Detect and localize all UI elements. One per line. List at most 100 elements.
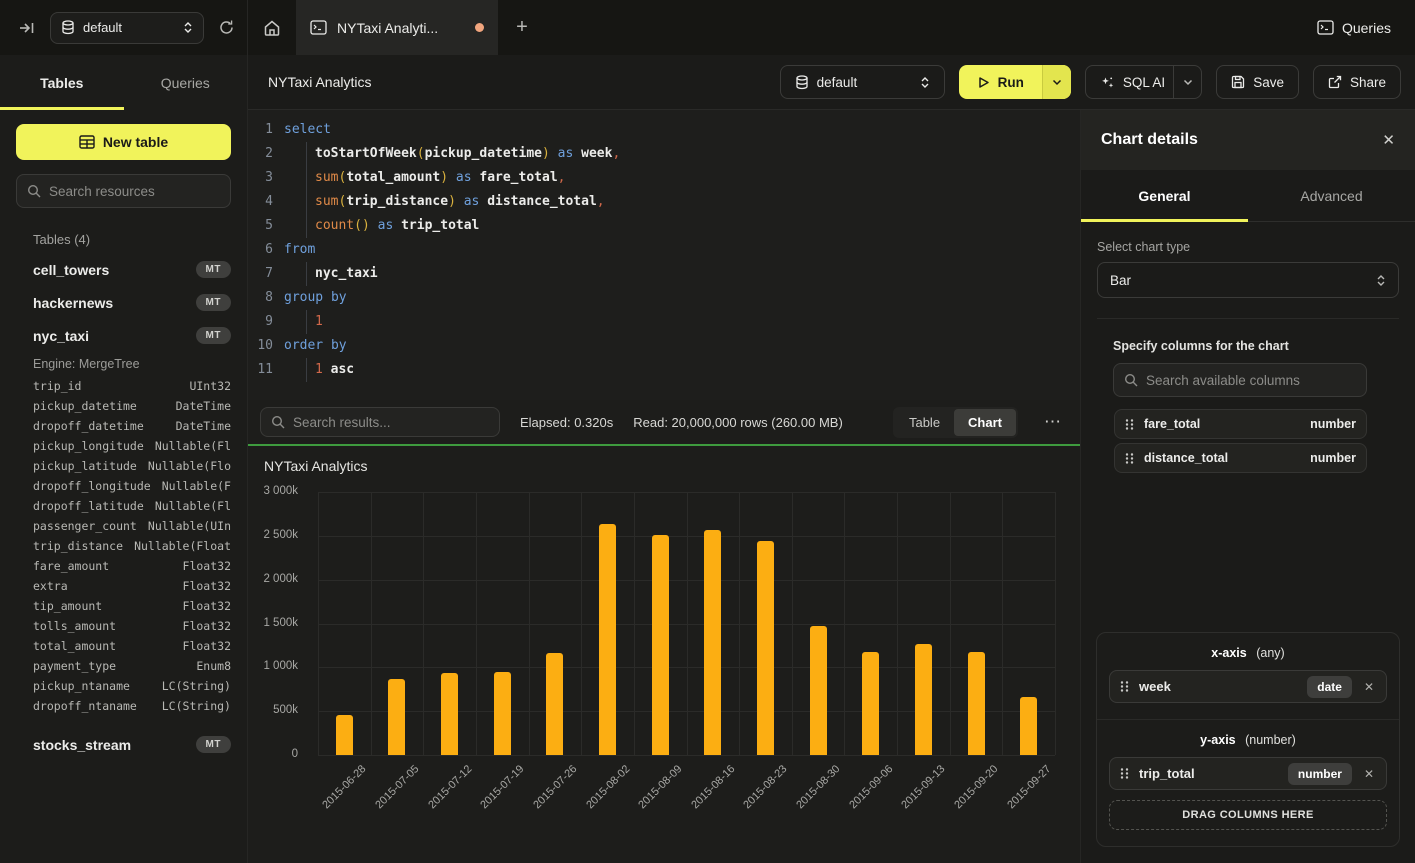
chart-bar[interactable]	[336, 715, 353, 755]
drag-columns-dropzone[interactable]: DRAG COLUMNS HERE	[1109, 800, 1387, 830]
refresh-icon[interactable]	[218, 19, 235, 36]
chart-bar[interactable]	[704, 530, 721, 755]
code-text: 1	[273, 310, 323, 334]
sidebar-tab-tables[interactable]: Tables	[0, 55, 124, 110]
app-root: default NYTaxi Analyti... + Queries	[0, 0, 1415, 863]
chart-bar[interactable]	[441, 673, 458, 755]
new-table-button[interactable]: New table	[16, 124, 231, 160]
remove-icon[interactable]: ✕	[1362, 680, 1376, 694]
tab-advanced[interactable]: Advanced	[1248, 170, 1415, 221]
tab-general[interactable]: General	[1081, 170, 1248, 221]
columns-search-input[interactable]	[1146, 373, 1356, 388]
chart-bar[interactable]	[968, 652, 985, 755]
topbar-database-selector[interactable]: default	[50, 12, 204, 44]
code-line[interactable]: 3sum(total_amount) as fare_total,	[248, 166, 1080, 190]
y-axis-ticks: 0500k1 000k1 500k2 000k2 500k3 000k	[248, 492, 306, 755]
code-line[interactable]: 1select	[248, 118, 1080, 142]
chart-bar[interactable]	[810, 626, 827, 755]
chart-bar[interactable]	[652, 535, 669, 755]
column-row: pickup_datetimeDateTime	[33, 396, 231, 416]
run-button[interactable]: Run	[959, 65, 1071, 99]
share-button[interactable]: Share	[1313, 65, 1401, 99]
table-row[interactable]: nyc_taxiMT	[33, 319, 231, 352]
drag-handle-icon[interactable]	[1125, 418, 1134, 431]
column-row: trip_idUInt32	[33, 376, 231, 396]
more-options-icon[interactable]: ⋯	[1038, 412, 1068, 432]
home-icon[interactable]	[248, 0, 296, 55]
toggle-chart[interactable]: Chart	[954, 409, 1016, 436]
drag-handle-icon[interactable]	[1120, 767, 1129, 780]
drag-handle-icon[interactable]	[1120, 680, 1129, 693]
v-gridline	[581, 492, 582, 755]
query-database-selector[interactable]: default	[780, 65, 945, 99]
code-line[interactable]: 91	[248, 310, 1080, 334]
chart-bar[interactable]	[494, 672, 511, 755]
toggle-table[interactable]: Table	[895, 409, 954, 436]
code-line[interactable]: 2toStartOfWeek(pickup_datetime) as week,	[248, 142, 1080, 166]
remove-icon[interactable]: ✕	[1362, 767, 1376, 781]
sql-ai-label: SQL AI	[1123, 75, 1165, 90]
column-row: extraFloat32	[33, 576, 231, 596]
run-options-chevron-icon[interactable]	[1043, 65, 1071, 99]
token: as	[464, 194, 480, 209]
code-text: group by	[273, 286, 347, 310]
save-button[interactable]: Save	[1216, 65, 1299, 99]
column-row: dropoff_latitudeNullable(Fl	[33, 496, 231, 516]
table-row[interactable]: cell_towersMT	[33, 253, 231, 286]
code-line[interactable]: 8group by	[248, 286, 1080, 310]
code-text: nyc_taxi	[273, 262, 378, 286]
line-number: 10	[248, 334, 273, 358]
chart-bar[interactable]	[862, 652, 879, 755]
chart-title: NYTaxi Analytics	[264, 458, 367, 474]
sidebar-tab-queries[interactable]: Queries	[124, 55, 248, 110]
token: asc	[331, 362, 354, 377]
code-line[interactable]: 4sum(trip_distance) as distance_total,	[248, 190, 1080, 214]
code-line[interactable]: 10order by	[248, 334, 1080, 358]
code-text: sum(total_amount) as fare_total,	[273, 166, 565, 190]
code-line[interactable]: 6from	[248, 238, 1080, 262]
results-search[interactable]	[260, 407, 500, 437]
queries-button[interactable]: Queries	[1293, 0, 1415, 55]
close-icon[interactable]: ✕	[1382, 131, 1395, 149]
token: total_amount	[346, 170, 440, 185]
chart-details-title: Chart details	[1101, 131, 1198, 149]
drag-handle-icon[interactable]	[1125, 452, 1134, 465]
chart-bar[interactable]	[599, 524, 616, 755]
available-column-chip[interactable]: fare_totalnumber	[1114, 409, 1367, 439]
v-gridline	[371, 492, 372, 755]
chart-bar[interactable]	[1020, 697, 1037, 755]
table-row[interactable]: stocks_streamMT	[33, 728, 231, 761]
code-line[interactable]: 111 asc	[248, 358, 1080, 382]
sidebar-search-input[interactable]	[49, 184, 226, 199]
chart-bar[interactable]	[915, 644, 932, 755]
indent-guide	[284, 166, 315, 190]
table-row[interactable]: hackernewsMT	[33, 286, 231, 319]
code-line[interactable]: 7nyc_taxi	[248, 262, 1080, 286]
x-axis-chip-week[interactable]: week date ✕	[1109, 670, 1387, 703]
token: select	[284, 122, 331, 137]
sql-editor[interactable]: 1select2toStartOfWeek(pickup_datetime) a…	[248, 110, 1080, 400]
new-tab-icon[interactable]: +	[498, 0, 546, 55]
y-axis-section: y-axis (number) trip_total number ✕ DRAG…	[1097, 719, 1399, 846]
columns-search[interactable]	[1113, 363, 1367, 397]
column-type: Float32	[183, 559, 231, 573]
token: group by	[284, 290, 347, 305]
code-text: select	[273, 118, 331, 142]
chart-type-select[interactable]: Bar	[1097, 262, 1399, 298]
chart-bar[interactable]	[546, 653, 563, 755]
line-number: 5	[248, 214, 273, 238]
sql-ai-button[interactable]: SQL AI	[1085, 65, 1202, 99]
y-axis-chip-trip-total[interactable]: trip_total number ✕	[1109, 757, 1387, 790]
collapse-sidebar-icon[interactable]	[18, 19, 36, 37]
sidebar-search[interactable]	[16, 174, 231, 208]
line-number: 6	[248, 238, 273, 262]
chart-bar[interactable]	[757, 541, 774, 755]
tab-nytaxi-analytics[interactable]: NYTaxi Analyti...	[296, 0, 498, 55]
available-column-chip[interactable]: distance_totalnumber	[1114, 443, 1367, 473]
token: as	[558, 146, 574, 161]
results-search-input[interactable]	[293, 415, 489, 430]
v-gridline	[423, 492, 424, 755]
code-line[interactable]: 5count() as trip_total	[248, 214, 1080, 238]
sql-ai-chevron-icon[interactable]	[1173, 66, 1201, 98]
chart-bar[interactable]	[388, 679, 405, 755]
